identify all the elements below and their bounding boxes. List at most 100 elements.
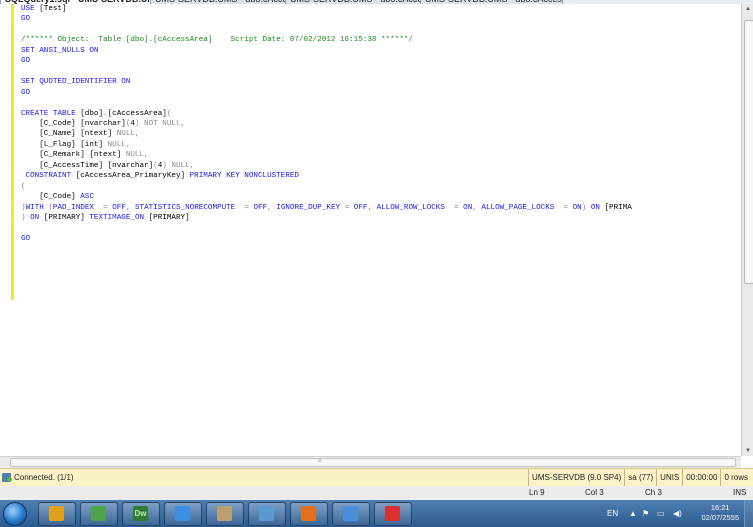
code-line: GO (21, 234, 632, 244)
code-token: [cAccessArea] (107, 109, 167, 118)
volume-icon[interactable]: ◀) (673, 500, 682, 527)
scroll-up-icon[interactable]: ▲ (742, 4, 753, 14)
vertical-scroll-thumb[interactable] (744, 20, 753, 284)
windows-taskbar: Dw EN ▲ ⚑ ▭ ◀) 16:21 02/07/2555 (0, 500, 753, 527)
notebook-icon (343, 506, 358, 521)
code-token: [cAccessArea_PrimaryKey] (75, 172, 190, 181)
code-token: NULL (116, 130, 135, 139)
code-line: ) ON [PRIMARY] TEXTIMAGE_ON [PRIMARY] (21, 213, 632, 223)
code-token: [C_Remark] [ntext] (21, 151, 126, 160)
language-indicator[interactable]: EN (607, 500, 618, 527)
code-token: [L_Flag] [int] (21, 140, 108, 149)
code-line: [L_Flag] [int] NULL, (21, 140, 632, 150)
show-hidden-icons-icon[interactable]: ▲ (629, 500, 637, 527)
code-line: /****** Object: Table [dbo].[cAccessArea… (21, 35, 632, 45)
code-token: NULL (166, 161, 190, 170)
report-icon (385, 506, 400, 521)
code-token: = (103, 203, 113, 212)
taskbar-app-button[interactable] (164, 502, 202, 526)
code-token: /****** Object: Table [dbo].[cAccessArea… (21, 36, 413, 45)
taskbar-app-button[interactable] (290, 502, 328, 526)
dreamweaver-icon: Dw (133, 506, 148, 521)
code-token: ) (581, 203, 591, 212)
code-token: , (189, 161, 195, 170)
code-line: [C_Remark] [ntext] NULL, (21, 150, 632, 160)
horizontal-scrollbar[interactable]: ≡ (0, 456, 741, 468)
code-line: SET QUOTED_IDENTIFIER ON (21, 77, 632, 87)
change-margin-bar (11, 4, 14, 300)
taskbar-app-button[interactable] (80, 502, 118, 526)
code-line: [C_Code] [nvarchar](4) NOT NULL, (21, 119, 632, 129)
code-line: GO (21, 56, 632, 66)
code-line: USE [Test] (21, 4, 632, 14)
taskbar-app-button[interactable] (374, 502, 412, 526)
server-name: UMS-SERVDB (9.0 SP4) (528, 469, 624, 486)
code-line: CREATE TABLE [dbo].[cAccessArea]( (21, 109, 632, 119)
code-line: ( (21, 182, 632, 192)
code-token: = (344, 203, 354, 212)
row-count: 0 rows (720, 469, 751, 486)
cursor-position-bar: Ln 9 Col 3 Ch 3 INS (0, 486, 753, 500)
code-token: ASC (80, 193, 94, 202)
code-token: , (367, 203, 377, 212)
network-icon (91, 506, 106, 521)
taskbar-app-button[interactable] (332, 502, 370, 526)
taskbar-app-button[interactable] (38, 502, 76, 526)
chrome-icon (49, 506, 64, 521)
code-token: ON (463, 203, 473, 212)
code-line: [C_Code] ASC (21, 192, 632, 202)
tools-icon (217, 506, 232, 521)
sql-code[interactable]: USE [Test] GO /****** Object: Table [dbo]… (21, 4, 632, 244)
system-clock[interactable]: 16:21 02/07/2555 (701, 503, 739, 523)
code-line: GO (21, 14, 632, 24)
taskbar-app-button[interactable]: Dw (122, 502, 160, 526)
code-token: PRIMARY KEY NONCLUSTERED (189, 172, 299, 181)
scroll-down-icon[interactable]: ▼ (742, 446, 753, 456)
show-desktop-button[interactable] (744, 500, 753, 527)
code-token: GO (21, 234, 31, 243)
code-token: ON (25, 214, 44, 223)
network-tray-icon[interactable]: ▭ (657, 500, 665, 527)
code-token: ALLOW_PAGE_LOCKS (481, 203, 564, 212)
insert-mode: INS (733, 488, 747, 497)
code-token: = (454, 203, 464, 212)
code-token: ( (21, 182, 26, 191)
code-token: , (125, 140, 131, 149)
code-token: PAD_INDEX (52, 203, 104, 212)
code-token: [dbo] (80, 109, 104, 118)
code-token: OFF (353, 203, 368, 212)
horizontal-scroll-thumb[interactable] (10, 458, 736, 467)
code-token: [PRIMARY] (148, 214, 190, 223)
code-token: , (134, 130, 140, 139)
code-token: CREATE TABLE (21, 109, 81, 118)
code-token: [C_AccessTime] [nvarchar] (21, 161, 154, 170)
code-token: , (180, 119, 186, 128)
code-line: )WITH (PAD_INDEX = OFF, STATISTICS_NOREC… (21, 203, 632, 213)
login-user: sa (77) (624, 469, 656, 486)
butterfly-icon (301, 506, 316, 521)
taskbar-app-button[interactable] (248, 502, 286, 526)
code-token: , (125, 203, 135, 212)
code-token: NOT NULL (139, 119, 181, 128)
code-line: [C_AccessTime] [nvarchar](4) NULL, (21, 161, 632, 171)
query-editor[interactable]: USE [Test] GO /****** Object: Table [dbo]… (0, 4, 741, 456)
code-token: [C_Code] [nvarchar] (21, 119, 126, 128)
internet-explorer-icon (175, 506, 190, 521)
code-token: OFF (253, 203, 268, 212)
elapsed-time: 00:00:00 (682, 469, 720, 486)
vertical-scrollbar[interactable]: ▲ ▼ (741, 4, 753, 456)
code-token: GO (21, 88, 31, 97)
code-token: , (267, 203, 277, 212)
code-token: ALLOW_ROW_LOCKS (376, 203, 455, 212)
action-center-icon[interactable]: ⚑ (642, 500, 649, 527)
line-number: Ln 9 (529, 488, 545, 497)
scroll-grip-icon: ≡ (318, 458, 322, 464)
start-button[interactable] (3, 502, 27, 526)
code-token: [PRIMA (604, 203, 632, 212)
code-token: = (563, 203, 573, 212)
taskbar-app-button[interactable] (206, 502, 244, 526)
code-token: OFF (112, 203, 126, 212)
